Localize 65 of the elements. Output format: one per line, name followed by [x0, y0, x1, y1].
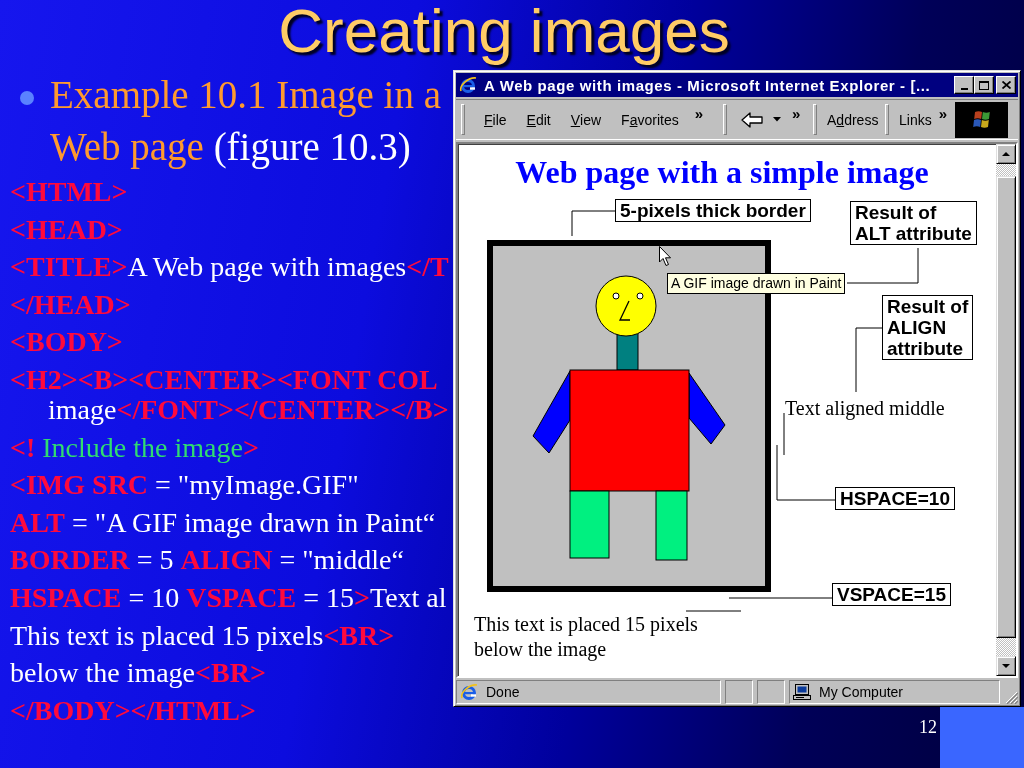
body-text: This text is placed 15 pixels below the image	[474, 612, 698, 662]
resize-grip-icon[interactable]	[1004, 690, 1018, 704]
menu-chevron-button[interactable]: »	[692, 106, 705, 122]
close-icon	[1001, 81, 1011, 89]
status-zone-text: My Computer	[819, 684, 904, 700]
callout-label: Result of ALIGN attribute	[882, 295, 974, 360]
code-line: <BODY>	[10, 325, 123, 360]
code-line: HSPACE = 10 VSPACE = 15>Text al	[10, 580, 447, 615]
caret-down-icon	[1002, 664, 1010, 668]
callout-label: Result of ALT attribute	[850, 201, 977, 245]
code-line: <IMG SRC = "myImage.GIF"	[10, 468, 359, 503]
band-gripper[interactable]	[885, 104, 889, 135]
links-chevron-button[interactable]: »	[936, 106, 950, 122]
leader-line	[571, 210, 616, 237]
bullet-text: Example 10.1 Image in a Web page (figure 10.3)	[50, 72, 441, 171]
code-line: <TITLE>A Web page with images</T	[10, 250, 449, 285]
flag-logo-icon	[955, 101, 1008, 138]
code-line: <! Include the image>	[10, 430, 259, 465]
side-text: Text aligned middle	[785, 397, 945, 419]
code-line: </HEAD>	[10, 287, 131, 322]
scroll-up-button[interactable]	[996, 144, 1016, 164]
code-line: This text is placed 15 pixels<BR>	[10, 618, 395, 653]
address-button[interactable]: Address	[823, 108, 883, 131]
close-button[interactable]	[996, 76, 1016, 94]
code-line: ALT = "A GIF image drawn in Paint“	[10, 505, 436, 540]
toolbar-chevron-button[interactable]: »	[790, 106, 803, 122]
code-line: <HEAD>	[10, 212, 123, 247]
tooltip: A GIF image drawn in Paint	[667, 273, 846, 294]
minimize-icon	[960, 88, 968, 90]
band-gripper[interactable]	[461, 104, 465, 135]
band-gripper[interactable]	[813, 104, 817, 135]
links-button[interactable]: Links	[895, 108, 936, 131]
slide-number: 12	[919, 717, 937, 737]
code-line: </BODY></HTML>	[10, 693, 256, 728]
callout-label: HSPACE=10	[835, 487, 955, 510]
caret-up-icon	[1002, 152, 1010, 156]
code-line: below the image<BR>	[10, 656, 266, 691]
callout-label: VSPACE=15	[832, 583, 951, 606]
menu-item[interactable]: View	[560, 108, 612, 131]
leader-line	[685, 610, 742, 612]
status-panel	[757, 680, 785, 704]
e-logo-icon	[460, 683, 478, 701]
e-logo-icon	[459, 76, 477, 94]
callout-label: 5-pixels thick border	[615, 199, 811, 222]
code-line: <H2><B><CENTER><FONT COL image</FONT></CENTER></B>	[10, 362, 449, 427]
status-panel	[725, 680, 753, 704]
code-line: BORDER = 5 ALIGN = "middle“	[10, 543, 404, 578]
window-title: A Web page with images - Microsoft Internet Explorer - [...	[484, 76, 932, 94]
caret-icon	[773, 117, 781, 122]
leader-line	[855, 327, 883, 393]
menu-item[interactable]: Favorites	[611, 108, 689, 131]
bullet-dot-icon	[20, 91, 34, 105]
status-text: Done	[486, 684, 520, 700]
band-gripper[interactable]	[723, 104, 727, 135]
mouse-pointer-icon	[659, 246, 672, 267]
back-arrow-icon	[741, 111, 763, 128]
menu-item[interactable]: File	[474, 108, 517, 131]
scroll-down-button[interactable]	[996, 656, 1016, 676]
menu-item[interactable]: Edit	[516, 108, 561, 131]
page-heading: Web page with a simple image	[515, 154, 929, 190]
code-line: <HTML>	[10, 175, 128, 209]
computer-icon	[793, 684, 811, 700]
maximize-icon	[979, 80, 989, 90]
maximize-button[interactable]	[974, 76, 994, 94]
minimize-button[interactable]	[954, 76, 974, 94]
